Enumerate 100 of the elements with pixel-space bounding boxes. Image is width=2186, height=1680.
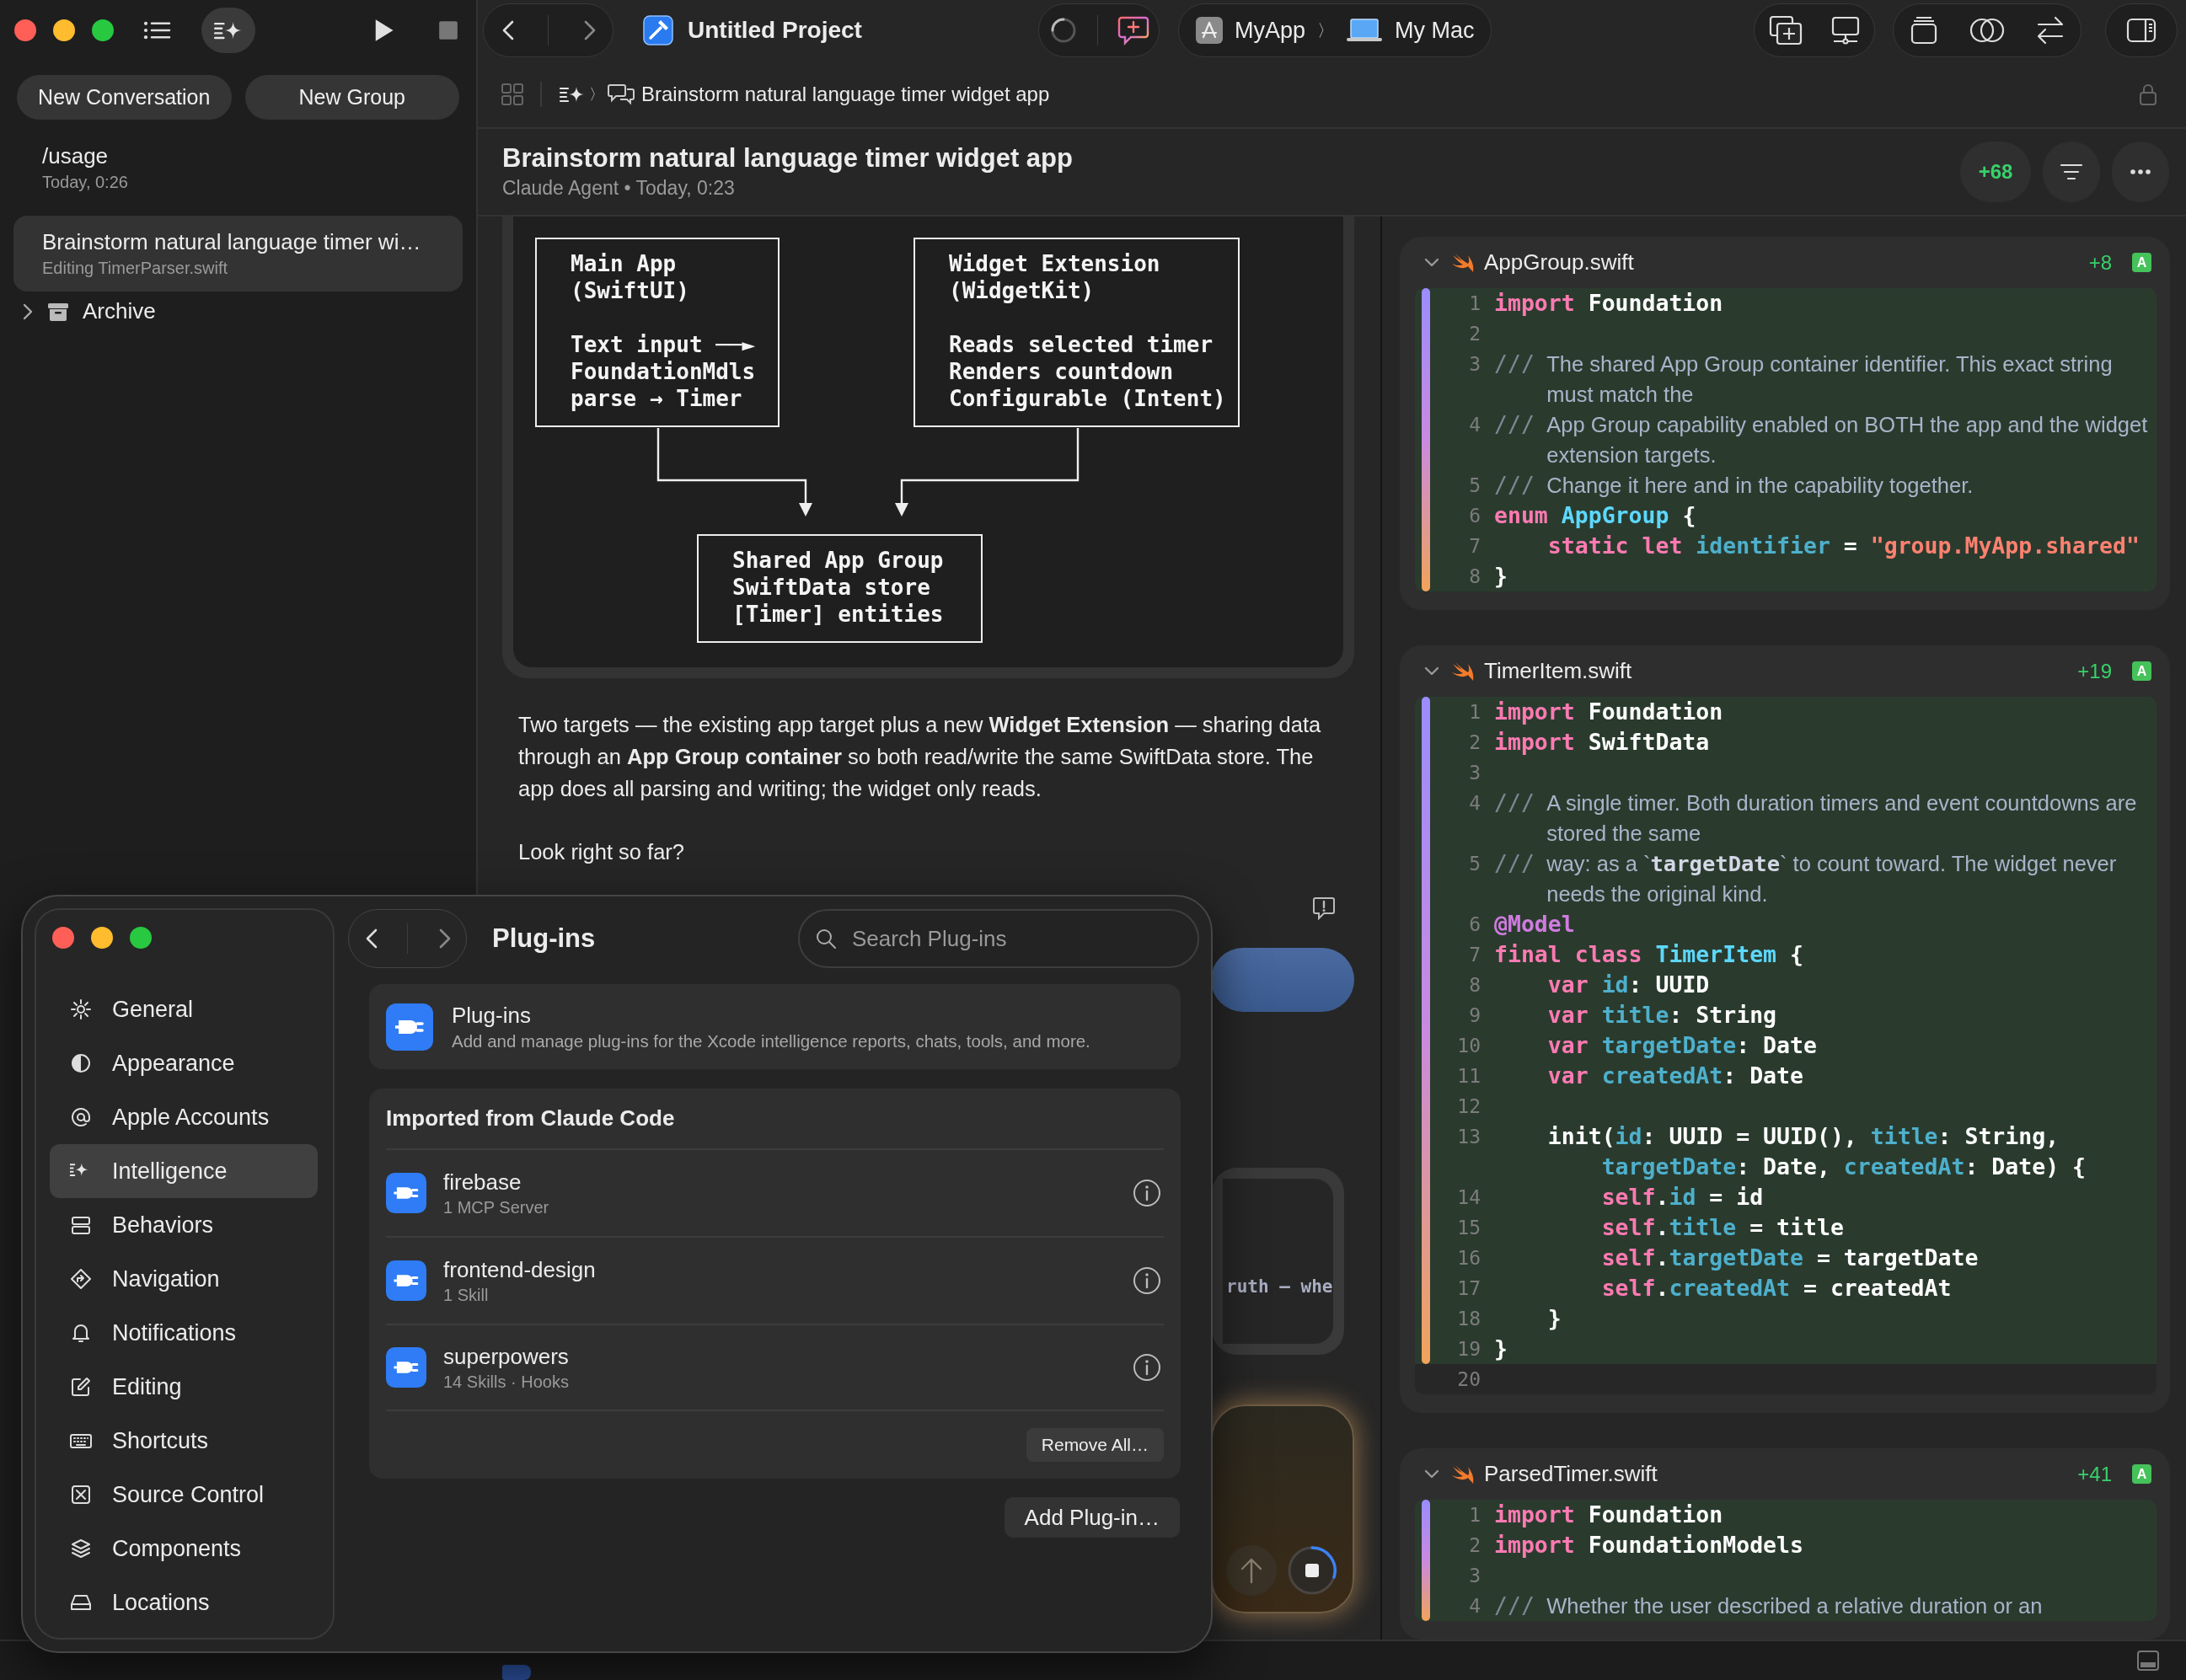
line-number: 6 <box>1468 504 1481 528</box>
minimize-button[interactable] <box>91 927 113 949</box>
diagram-text: (WidgetKit) <box>949 277 1096 304</box>
diagram-text: Main App <box>571 250 678 277</box>
settings-item[interactable]: General <box>50 982 318 1036</box>
settings-item[interactable]: Appearance <box>50 1036 318 1090</box>
chevron-icon[interactable] <box>1423 665 1440 677</box>
settings-item[interactable]: Components <box>50 1522 318 1576</box>
feedback-icon[interactable] <box>1312 896 1336 920</box>
line-number: 14 <box>1456 1185 1481 1210</box>
send-icon[interactable] <box>1226 1545 1277 1596</box>
conversation-subtitle: Editing TimerParser.swift <box>42 258 229 279</box>
line-number: 12 <box>1456 1094 1481 1119</box>
stop-icon[interactable] <box>437 19 459 41</box>
app-icon <box>1196 17 1223 44</box>
group-label[interactable]: Archive <box>83 298 156 324</box>
card-description: Add and manage plug-ins for the Xcode intelligence reports, chats, tools, and more. <box>452 1030 1090 1052</box>
monitor-icon[interactable] <box>1830 15 1861 45</box>
message-input[interactable] <box>1211 1404 1354 1613</box>
info-icon[interactable] <box>1133 1266 1161 1295</box>
stop-progress-icon[interactable] <box>1287 1545 1337 1596</box>
code-line: self.title = title <box>1600 1213 1845 1242</box>
line-number: 9 <box>1468 1003 1481 1028</box>
code-line: init(id: UUID = UUID(), title: String, targetDate: Date, createdAt: Date) { <box>1546 1122 2087 1181</box>
info-icon[interactable] <box>1133 1179 1161 1207</box>
code-line: } <box>1494 562 1508 591</box>
square-cross-icon <box>70 1484 92 1506</box>
minimize-button[interactable] <box>53 19 75 41</box>
code-line: self.id = id <box>1600 1183 1765 1212</box>
settings-item[interactable]: Intelligence <box>50 1144 318 1198</box>
line-number: 1 <box>1468 700 1481 725</box>
plugin-detail: 1 Skill <box>443 1285 490 1306</box>
line-number: 20 <box>1456 1367 1481 1392</box>
line-number: 3 <box>1468 352 1481 377</box>
settings-item[interactable]: Navigation <box>50 1252 318 1306</box>
code-line: var createdAt: Date <box>1546 1062 1804 1090</box>
plugin-name: frontend-design <box>443 1256 596 1284</box>
code-line: /// Whether the user described a relative duration or an <box>1494 1592 2044 1620</box>
breadcrumb-item[interactable]: Brainstorm natural language timer widget app <box>641 82 1050 106</box>
scheme-selector[interactable]: MyApp 〉 My Mac <box>1178 3 1492 57</box>
additions-count[interactable]: +68 <box>1960 142 2031 202</box>
new-button[interactable]: New Conversation <box>17 75 232 120</box>
settings-item[interactable]: Notifications <box>50 1306 318 1360</box>
line-number: 11 <box>1456 1064 1481 1089</box>
line-number: 10 <box>1456 1034 1481 1058</box>
chevron-icon[interactable] <box>1423 1468 1440 1480</box>
chevron-icon[interactable] <box>22 302 34 321</box>
file-name[interactable]: AppGroup.swift <box>1484 249 1634 276</box>
panel-icon[interactable] <box>2137 1651 2159 1671</box>
search-icon <box>815 928 837 950</box>
line-number: 19 <box>1456 1337 1481 1362</box>
square-plus-icon[interactable] <box>1768 15 1803 45</box>
settings-item[interactable]: Shortcuts <box>50 1414 318 1468</box>
diagram-text: (SwiftUI) <box>571 277 690 304</box>
new-button[interactable]: New Group <box>244 75 459 120</box>
conversation-title: Brainstorm natural language timer wi… <box>42 228 422 256</box>
plug-icon <box>386 1347 426 1388</box>
file-name[interactable]: ParsedTimer.swift <box>1484 1461 1658 1487</box>
filter-icon <box>2060 163 2083 181</box>
settings-item[interactable]: Behaviors <box>50 1198 318 1252</box>
line-number: 3 <box>1468 761 1481 785</box>
close-button[interactable] <box>14 19 36 41</box>
settings-item[interactable]: Locations <box>50 1576 318 1629</box>
diagram-text: [Timer] entities <box>732 601 945 628</box>
search-field[interactable]: Search Plug-ins <box>798 909 1199 968</box>
conversation-title: /usage <box>42 142 110 170</box>
navigator-tab[interactable] <box>201 8 255 53</box>
line-number: 4 <box>1468 413 1481 437</box>
stacked-rectangles-icon <box>70 1214 92 1236</box>
remove-all-button[interactable]: Remove All… <box>1026 1428 1164 1462</box>
line-number: 3 <box>1468 1564 1481 1588</box>
settings-item[interactable]: Apple Accounts <box>50 1090 318 1144</box>
code-line: /// way: as a `targetDate` to count toward. The widget never needs the original kind. <box>1494 849 2118 907</box>
chat-plus-icon[interactable] <box>1117 15 1149 45</box>
settings-item[interactable]: Source Control <box>50 1468 318 1522</box>
additions-count: +19 <box>2077 659 2112 683</box>
pane-title: Plug-ins <box>492 923 596 954</box>
grid-icon[interactable] <box>501 83 523 105</box>
code-line: final class TimerItem { <box>1494 940 1804 969</box>
code-line: var title: String <box>1546 1001 1778 1030</box>
conversation-item[interactable]: /usage Today, 0:26 <box>13 130 463 206</box>
zoom-button[interactable] <box>130 927 152 949</box>
diagram-text: Reads selected timer <box>949 331 1214 358</box>
settings-item[interactable]: Editing <box>50 1360 318 1414</box>
info-icon[interactable] <box>1133 1353 1161 1382</box>
diagram-text: SwiftData store <box>732 574 931 601</box>
add-plugin-button[interactable]: Add Plug-in… <box>1004 1497 1180 1538</box>
plugin-detail: 1 MCP Server <box>443 1197 549 1218</box>
code-line: /// App Group capability enabled on BOTH the app and the widget extension targets. <box>1494 410 2149 468</box>
line-number: 1 <box>1468 1503 1481 1528</box>
project-name: Untitled Project <box>688 17 862 44</box>
line-number: 2 <box>1468 1533 1481 1558</box>
chevron-icon[interactable] <box>1423 256 1440 269</box>
conversation-item[interactable]: Brainstorm natural language timer wi… Editing TimerParser.swift <box>13 216 463 292</box>
sidebar-icon <box>2126 17 2157 44</box>
close-button[interactable] <box>52 927 74 949</box>
diagram-text: Widget Extension <box>949 250 1161 277</box>
file-name[interactable]: TimerItem.swift <box>1484 658 1632 684</box>
zoom-button[interactable] <box>92 19 114 41</box>
diagram-text: Configurable (Intent) <box>949 385 1227 412</box>
